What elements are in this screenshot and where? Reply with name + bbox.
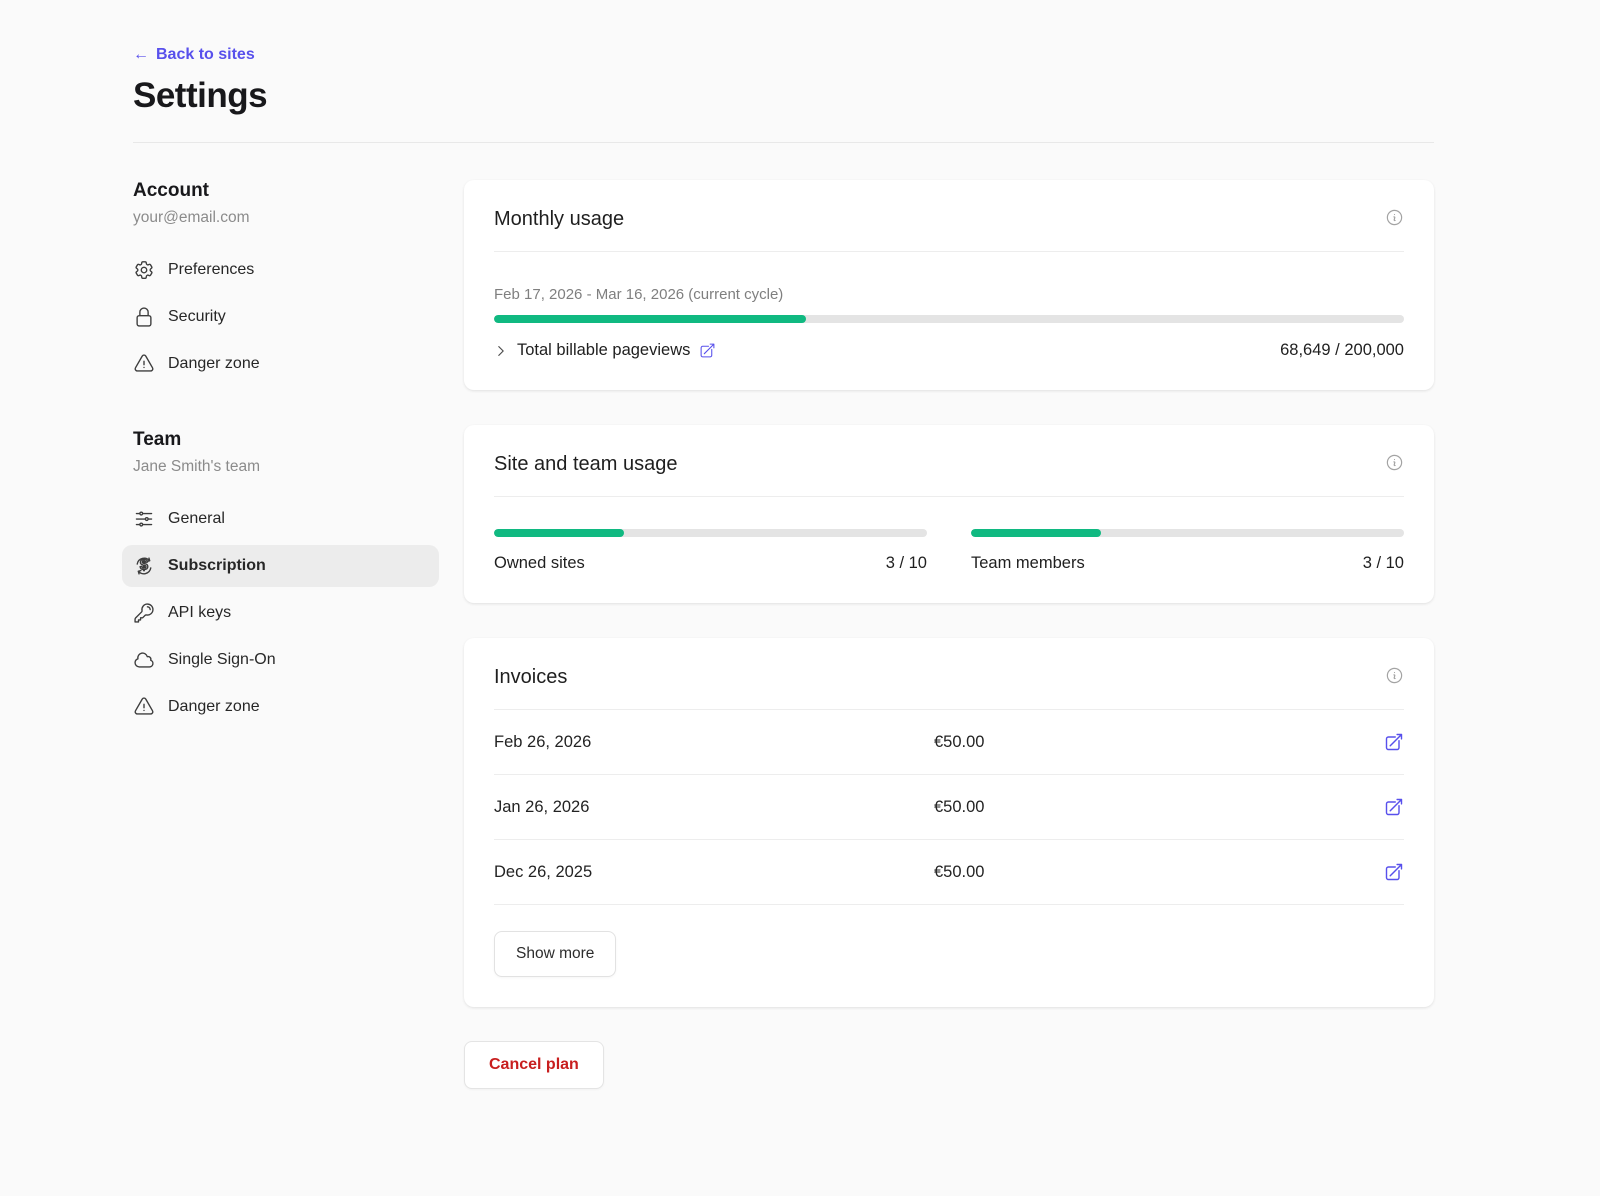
header-divider — [133, 142, 1434, 143]
sidebar-section-account: Account your@email.com Preferences Secur… — [133, 180, 439, 385]
billable-pageviews-value: 68,649 / 200,000 — [1280, 341, 1404, 360]
sidebar-item-label: General — [168, 510, 225, 528]
site-team-usage-title: Site and team usage — [494, 453, 677, 476]
monthly-usage-progress-fill — [494, 315, 806, 323]
owned-sites-value: 3 / 10 — [886, 554, 927, 573]
invoice-row: Feb 26, 2026 €50.00 — [494, 710, 1404, 775]
team-members-progress-track — [971, 529, 1404, 537]
cloud-icon — [133, 649, 155, 671]
info-icon — [1385, 453, 1404, 472]
monthly-usage-card: Monthly usage Feb 17, 2026 - Mar 16, 202… — [464, 180, 1434, 390]
sidebar-item-label: API keys — [168, 604, 231, 622]
team-name: Jane Smith's team — [133, 458, 439, 476]
invoice-amount: €50.00 — [934, 733, 1374, 752]
invoice-open-button[interactable] — [1384, 732, 1404, 752]
lock-icon — [133, 306, 155, 328]
owned-sites-label: Owned sites — [494, 554, 585, 573]
back-to-sites-link[interactable]: ← Back to sites — [133, 46, 255, 64]
team-members-label: Team members — [971, 554, 1085, 573]
key-icon — [133, 602, 155, 624]
external-link-icon — [1384, 797, 1404, 817]
invoice-date: Feb 26, 2026 — [494, 733, 934, 752]
invoice-row: Jan 26, 2026 €50.00 — [494, 775, 1404, 840]
invoices-card: Invoices Feb 26, 2026 €50.00 Jan 26, 202… — [464, 638, 1434, 1007]
page-title: Settings — [133, 76, 1434, 116]
site-team-usage-info-button[interactable] — [1385, 453, 1404, 472]
card-divider — [494, 251, 1404, 252]
invoice-open-button[interactable] — [1384, 862, 1404, 882]
sidebar-item-account-danger-zone[interactable]: Danger zone — [122, 343, 439, 385]
billable-pageviews-row[interactable]: Total billable pageviews 68,649 / 200,00… — [494, 341, 1404, 360]
invoice-open-button[interactable] — [1384, 797, 1404, 817]
team-nav: General Subscription API keys Single Sig… — [122, 498, 439, 728]
sidebar-item-api-keys[interactable]: API keys — [122, 592, 439, 634]
info-icon — [1385, 208, 1404, 227]
monthly-usage-info-button[interactable] — [1385, 208, 1404, 227]
owned-sites-meter: Owned sites 3 / 10 — [494, 529, 927, 573]
sidebar-section-team: Team Jane Smith's team General Subscript… — [133, 429, 439, 728]
chevron-right-icon — [494, 344, 508, 358]
show-more-button[interactable]: Show more — [494, 931, 616, 977]
account-section-heading: Account — [133, 180, 439, 202]
sidebar-item-label: Single Sign-On — [168, 651, 276, 669]
card-divider — [494, 496, 1404, 497]
invoice-amount: €50.00 — [934, 798, 1374, 817]
billable-pageviews-label: Total billable pageviews — [517, 341, 690, 360]
billing-cycle-label: Feb 17, 2026 - Mar 16, 2026 (current cyc… — [494, 286, 1404, 303]
sidebar-item-team-danger-zone[interactable]: Danger zone — [122, 686, 439, 728]
account-email: your@email.com — [133, 209, 439, 227]
sliders-icon — [133, 508, 155, 530]
account-nav: Preferences Security Danger zone — [122, 249, 439, 385]
back-link-label: Back to sites — [156, 46, 255, 64]
external-link-icon — [1384, 732, 1404, 752]
sidebar-item-single-sign-on[interactable]: Single Sign-On — [122, 639, 439, 681]
settings-page: ← Back to sites Settings Account your@em… — [0, 0, 1600, 1129]
invoices-info-button[interactable] — [1385, 666, 1404, 685]
owned-sites-progress-track — [494, 529, 927, 537]
settings-sidebar: Account your@email.com Preferences Secur… — [133, 180, 439, 728]
monthly-usage-progress-track — [494, 315, 1404, 323]
owned-sites-progress-fill — [494, 529, 624, 537]
cancel-plan-button[interactable]: Cancel plan — [464, 1041, 604, 1089]
sidebar-item-general[interactable]: General — [122, 498, 439, 540]
team-members-value: 3 / 10 — [1363, 554, 1404, 573]
team-members-meter: Team members 3 / 10 — [971, 529, 1404, 573]
external-link-icon[interactable] — [699, 342, 716, 359]
invoice-amount: €50.00 — [934, 863, 1374, 882]
team-members-progress-fill — [971, 529, 1101, 537]
gear-icon — [133, 259, 155, 281]
sidebar-item-preferences[interactable]: Preferences — [122, 249, 439, 291]
info-icon — [1385, 666, 1404, 685]
sidebar-item-label: Danger zone — [168, 698, 260, 716]
team-section-heading: Team — [133, 429, 439, 451]
sidebar-item-subscription[interactable]: Subscription — [122, 545, 439, 587]
settings-main: Monthly usage Feb 17, 2026 - Mar 16, 202… — [464, 180, 1434, 1089]
invoice-row: Dec 26, 2025 €50.00 — [494, 840, 1404, 905]
sidebar-item-label: Danger zone — [168, 355, 260, 373]
invoice-date: Dec 26, 2025 — [494, 863, 934, 882]
external-link-icon — [1384, 862, 1404, 882]
invoices-title: Invoices — [494, 666, 567, 689]
warning-triangle-icon — [133, 696, 155, 718]
site-team-usage-card: Site and team usage Owned sites 3 / 10 — [464, 425, 1434, 603]
invoice-date: Jan 26, 2026 — [494, 798, 934, 817]
monthly-usage-title: Monthly usage — [494, 208, 624, 231]
sidebar-item-label: Preferences — [168, 261, 254, 279]
sidebar-item-label: Security — [168, 308, 226, 326]
sidebar-item-label: Subscription — [168, 557, 266, 575]
warning-triangle-icon — [133, 353, 155, 375]
back-arrow-icon: ← — [133, 46, 149, 64]
subscription-dollar-icon — [133, 555, 155, 577]
sidebar-item-security[interactable]: Security — [122, 296, 439, 338]
